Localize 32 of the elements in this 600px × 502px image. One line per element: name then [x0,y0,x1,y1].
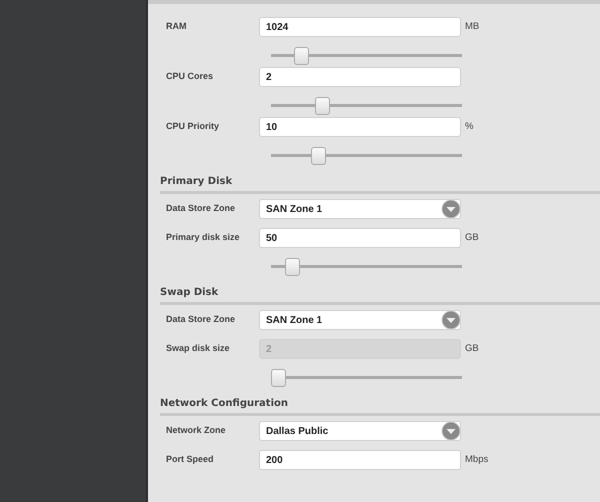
input-field[interactable]: 200 [259,450,461,470]
field-label: Data Store Zone [165,313,236,326]
field-label: Primary disk size [165,231,241,244]
section-heading: Swap Disk [160,286,218,300]
unit-label: GB [465,230,479,245]
input-field[interactable]: 2 [259,67,461,87]
unit-label: GB [465,342,479,356]
unit-label: MB [465,20,480,34]
field-label: Data Store Zone [165,202,236,216]
input-field[interactable]: 1024 [259,17,461,37]
field-label: CPU Priority [165,120,220,134]
field-label: Port Speed [165,453,215,466]
dropdown-icon[interactable] [441,199,461,219]
slider-handle[interactable] [285,258,300,276]
field-label: Network Zone [165,424,227,438]
input-field[interactable]: 10 [259,117,461,137]
section-heading: Network Configuration [160,397,288,411]
select-field[interactable]: SAN Zone 1 [259,310,461,330]
select-field[interactable]: Dallas Public [259,421,461,441]
slider-handle[interactable] [294,47,309,65]
unit-label: % [465,120,474,134]
field-label: RAM [165,20,188,34]
dropdown-icon[interactable] [441,421,461,441]
section-heading: Primary Disk [160,175,232,189]
slider-handle[interactable] [311,147,326,165]
slider-handle[interactable] [315,97,330,115]
select-field[interactable]: SAN Zone 1 [259,199,461,219]
dropdown-icon[interactable] [441,310,461,330]
unit-label: Mbps [465,452,488,467]
field-label: CPU Cores [165,70,214,84]
field-label: Swap disk size [165,342,231,356]
input-field[interactable]: 50 [259,228,461,248]
